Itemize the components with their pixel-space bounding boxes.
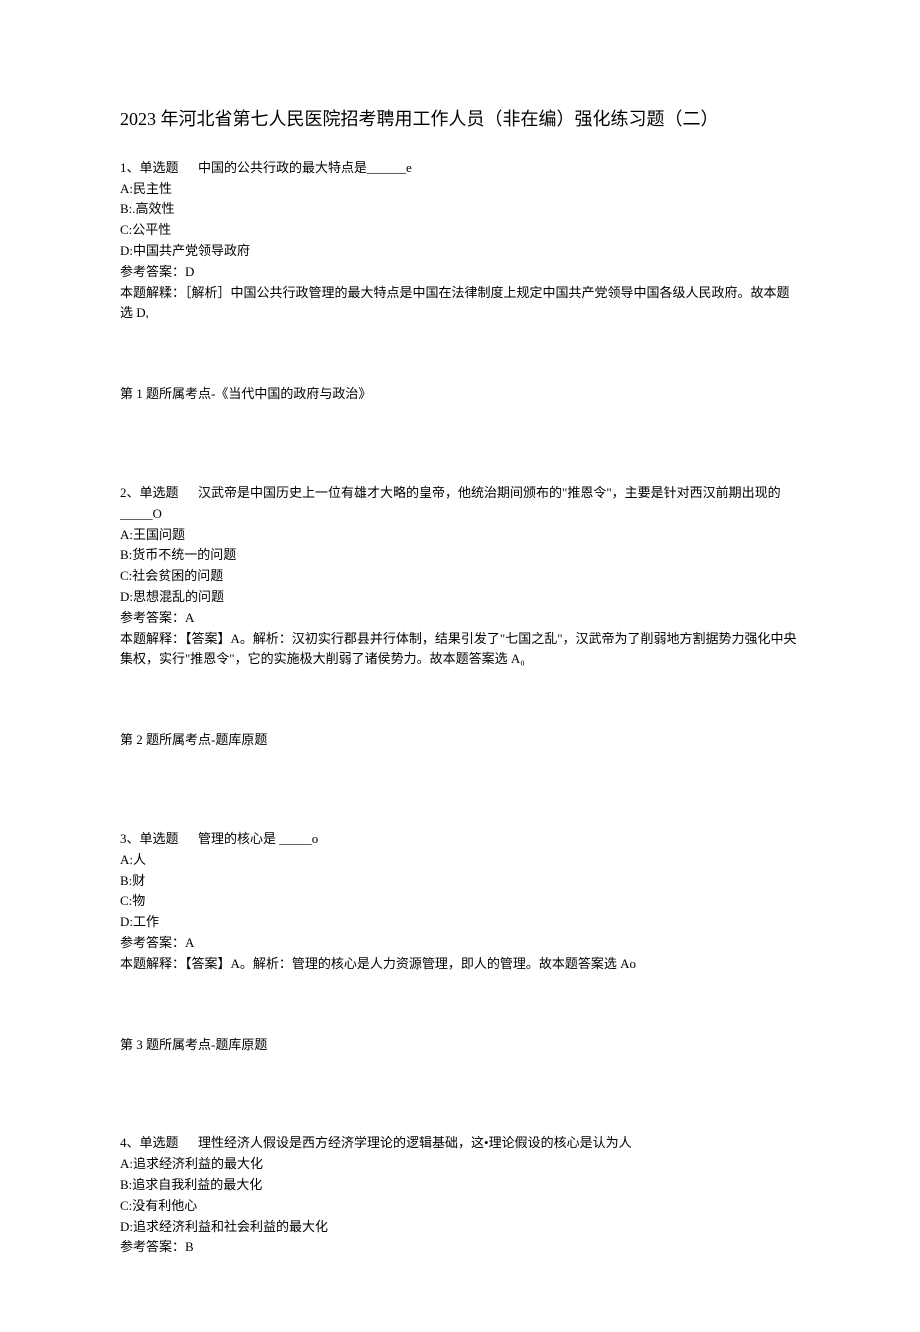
question-4: 4、单选题 理性经济人假设是西方经济学理论的逻辑基础，这•理论假设的核心是认为人… (120, 1133, 800, 1258)
question-2-stem: 2、单选题 汉武帝是中国历史上一位有雄才大略的皇帝，他统治期间颁布的"推恩令"，… (120, 483, 800, 525)
question-1-stem: 1、单选题 中国的公共行政的最大特点是______e (120, 158, 800, 179)
question-3-topic: 第 3 题所属考点-题库原题 (120, 1035, 800, 1056)
question-4-option-c: C:没有利他心 (120, 1196, 800, 1217)
question-2: 2、单选题 汉武帝是中国历史上一位有雄才大略的皇帝，他统治期间颁布的"推恩令"，… (120, 483, 800, 670)
question-3-answer: 参考答案：A (120, 933, 800, 954)
question-1-text-content: 中国的公共行政的最大特点是______e (198, 160, 412, 175)
question-1-option-c: C:公平性 (120, 220, 800, 241)
question-4-answer: 参考答案：B (120, 1237, 800, 1258)
question-1-answer: 参考答案：D (120, 262, 800, 283)
question-2-option-c: C:社会贫困的问题 (120, 566, 800, 587)
question-3-explain: 本题解释：【答案】A。解析：管理的核心是人力资源管理，即人的管理。故本题答案选 … (120, 954, 800, 975)
question-4-spacer (182, 1135, 195, 1150)
question-3-stem: 3、单选题 管理的核心是 _____o (120, 829, 800, 850)
question-1-text (182, 160, 195, 175)
question-1-option-d: D:中国共产党领导政府 (120, 241, 800, 262)
question-4-option-b: B:追求自我利益的最大化 (120, 1175, 800, 1196)
question-2-text-content: 汉武帝是中国历史上一位有雄才大略的皇帝，他统治期间颁布的"推恩令"，主要是针对西… (120, 485, 781, 521)
question-2-option-b: B:货币不统一的问题 (120, 545, 800, 566)
page-title: 2023 年河北省第七人民医院招考聘用工作人员（非在编）强化练习题（二） (120, 105, 800, 134)
question-2-option-d: D:思想混乱的问题 (120, 587, 800, 608)
question-3-option-a: A:人 (120, 850, 800, 871)
question-4-text-content: 理性经济人假设是西方经济学理论的逻辑基础，这•理论假设的核心是认为人 (198, 1135, 632, 1150)
question-1: 1、单选题 中国的公共行政的最大特点是______e A:民主性 B:.高效性 … (120, 158, 800, 324)
question-2-spacer (182, 485, 195, 500)
question-3: 3、单选题 管理的核心是 _____o A:人 B:财 C:物 D:工作 参考答… (120, 829, 800, 975)
question-4-option-d: D:追求经济利益和社会利益的最大化 (120, 1217, 800, 1238)
question-4-option-a: A:追求经济利益的最大化 (120, 1154, 800, 1175)
question-3-option-c: C:物 (120, 891, 800, 912)
question-2-label: 2、单选题 (120, 485, 179, 500)
question-3-option-b: B:财 (120, 871, 800, 892)
question-1-option-b: B:.高效性 (120, 199, 800, 220)
question-2-explain: 本题解释：【答案】A。解析：汉初实行郡县并行体制，结果引发了"七国之乱"，汉武帝… (120, 629, 800, 671)
question-2-option-a: A:王国问题 (120, 525, 800, 546)
question-1-explain: 本题解糅：［解析］中国公共行政管理的最大特点是中国在法律制度上规定中国共产党领导… (120, 283, 800, 325)
question-3-spacer (182, 831, 195, 846)
question-3-text-content: 管理的核心是 _____o (198, 831, 318, 846)
question-3-option-d: D:工作 (120, 912, 800, 933)
question-2-answer: 参考答案：A (120, 608, 800, 629)
question-3-label: 3、单选题 (120, 831, 179, 846)
question-4-label: 4、单选题 (120, 1135, 179, 1150)
question-1-option-a: A:民主性 (120, 179, 800, 200)
question-4-stem: 4、单选题 理性经济人假设是西方经济学理论的逻辑基础，这•理论假设的核心是认为人 (120, 1133, 800, 1154)
question-1-label: 1、单选题 (120, 160, 179, 175)
question-2-topic: 第 2 题所属考点-题库原题 (120, 730, 800, 751)
question-1-topic: 第 1 题所属考点-《当代中国的政府与政治》 (120, 384, 800, 405)
